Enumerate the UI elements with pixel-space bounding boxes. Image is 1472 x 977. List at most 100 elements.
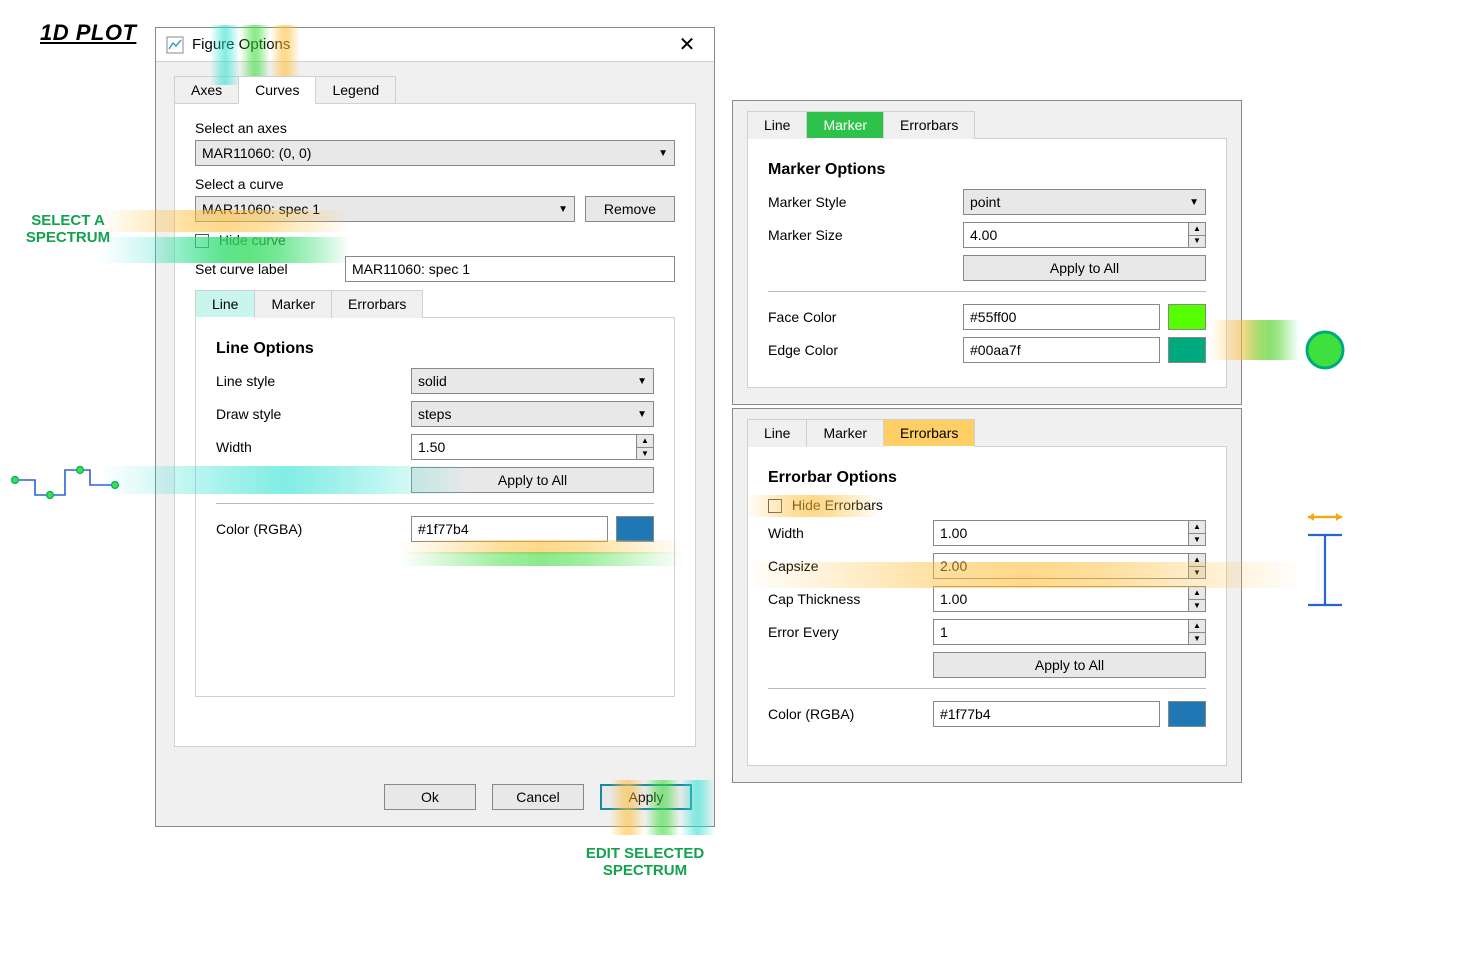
errorbar-panel-dialog: Line Marker Errorbars Errorbar Options H… [732,408,1242,783]
axes-select-value: MAR11060: (0, 0) [202,145,311,161]
line-section-title: Line Options [216,340,654,358]
line-style-select[interactable]: solid ▼ [411,368,654,394]
line-width-spinner[interactable]: 1.50 ▲▼ [411,434,654,460]
spin-buttons[interactable]: ▲▼ [1188,587,1205,611]
marker-apply-all-button[interactable]: Apply to All [963,255,1206,281]
etab-marker[interactable]: Marker [806,419,884,447]
etab-line[interactable]: Line [747,419,807,447]
capthick-label: Cap Thickness [768,591,933,607]
marker-style-select[interactable]: point ▼ [963,189,1206,215]
highlight-overlay [1240,320,1300,360]
marker-inner-panel: Marker Options Marker Style point ▼ Marke… [747,138,1227,388]
line-apply-all-button[interactable]: Apply to All [411,467,654,493]
apply-button[interactable]: Apply [600,784,692,810]
select-axes-label: Select an axes [195,120,675,136]
chevron-down-icon: ▼ [631,409,647,420]
capthick-spinner[interactable]: 1.00 ▲▼ [933,586,1206,612]
marker-size-value: 4.00 [970,227,997,243]
ok-button[interactable]: Ok [384,784,476,810]
mtab-marker[interactable]: Marker [806,111,884,139]
err-apply-all-button[interactable]: Apply to All [933,652,1206,678]
err-width-label: Width [768,525,933,541]
subtab-marker[interactable]: Marker [254,290,332,318]
etab-errorbars[interactable]: Errorbars [883,419,975,447]
face-color-swatch[interactable] [1168,304,1206,330]
checkbox-icon [768,499,782,513]
annotation-edit-selected: EDIT SELECTED SPECTRUM [560,845,730,880]
steps-sketch-icon [10,450,120,505]
spin-buttons[interactable]: ▲▼ [1188,521,1205,545]
errorbar-section-title: Errorbar Options [768,469,1206,487]
chevron-down-icon: ▼ [631,376,647,387]
marker-section-title: Marker Options [768,161,1206,179]
chevron-down-icon: ▼ [552,204,568,215]
mtab-line[interactable]: Line [747,111,807,139]
set-curve-label-label: Set curve label [195,261,345,277]
line-color-label: Color (RGBA) [216,521,411,537]
face-color-label: Face Color [768,309,963,325]
axes-select[interactable]: MAR11060: (0, 0) ▼ [195,140,675,166]
curve-select[interactable]: MAR11060: spec 1 ▼ [195,196,575,222]
marker-style-label: Marker Style [768,194,963,210]
mtab-errorbars[interactable]: Errorbars [883,111,975,139]
draw-style-select[interactable]: steps ▼ [411,401,654,427]
tab-legend[interactable]: Legend [315,76,396,104]
line-width-value: 1.50 [418,439,445,455]
err-color-input[interactable] [933,701,1160,727]
hide-errorbars-label: Hide Errorbars [792,497,883,513]
hide-curve-checkbox[interactable]: Hide curve [195,232,675,248]
chevron-down-icon: ▼ [1183,197,1199,208]
hide-curve-label: Hide curve [219,232,286,248]
edge-color-input[interactable] [963,337,1160,363]
annotation-select-spectrum: SELECT A SPECTRUM [8,212,128,247]
select-curve-label: Select a curve [195,176,675,192]
marker-size-label: Marker Size [768,227,963,243]
err-every-spinner[interactable]: 1 ▲▼ [933,619,1206,645]
tab-curves[interactable]: Curves [238,76,316,104]
err-every-label: Error Every [768,624,933,640]
tab-axes[interactable]: Axes [174,76,239,104]
curve-label-input[interactable] [345,256,675,282]
marker-style-value: point [970,194,1000,210]
line-style-value: solid [418,373,447,389]
subtab-errorbars[interactable]: Errorbars [331,290,423,318]
capthick-value: 1.00 [940,591,967,607]
line-style-label: Line style [216,373,411,389]
capsize-label: Capsize [768,558,933,574]
marker-sketch-icon [1300,325,1350,375]
spin-buttons[interactable]: ▲▼ [1188,554,1205,578]
cancel-button[interactable]: Cancel [492,784,584,810]
spin-buttons[interactable]: ▲▼ [636,435,653,459]
app-icon [166,36,184,54]
curves-panel: Select an axes MAR11060: (0, 0) ▼ Select … [174,103,696,747]
subtab-line[interactable]: Line [195,290,255,318]
line-color-swatch[interactable] [616,516,654,542]
err-width-value: 1.00 [940,525,967,541]
chevron-down-icon: ▼ [652,148,668,159]
edge-color-swatch[interactable] [1168,337,1206,363]
face-color-input[interactable] [963,304,1160,330]
titlebar: Figure Options ✕ [156,28,714,62]
err-color-swatch[interactable] [1168,701,1206,727]
capsize-spinner[interactable]: 2.00 ▲▼ [933,553,1206,579]
errorbar-sketch-icon [1300,505,1350,615]
close-button[interactable]: ✕ [670,32,704,57]
page-title: 1D PLOT [40,20,136,46]
marker-size-spinner[interactable]: 4.00 ▲▼ [963,222,1206,248]
errorbar-inner-panel: Errorbar Options Hide Errorbars Width 1.… [747,446,1227,766]
curve-select-value: MAR11060: spec 1 [202,201,320,217]
err-width-spinner[interactable]: 1.00 ▲▼ [933,520,1206,546]
edge-color-label: Edge Color [768,342,963,358]
checkbox-icon [195,234,209,248]
draw-style-value: steps [418,406,451,422]
draw-style-label: Draw style [216,406,411,422]
err-every-value: 1 [940,624,948,640]
line-color-input[interactable] [411,516,608,542]
spin-buttons[interactable]: ▲▼ [1188,223,1205,247]
spin-buttons[interactable]: ▲▼ [1188,620,1205,644]
hide-errorbars-checkbox[interactable]: Hide Errorbars [768,497,1206,513]
capsize-value: 2.00 [940,558,967,574]
marker-panel-dialog: Line Marker Errorbars Marker Options Mar… [732,100,1242,405]
line-panel: Line Options Line style solid ▼ Draw styl… [195,317,675,697]
remove-button[interactable]: Remove [585,196,675,222]
